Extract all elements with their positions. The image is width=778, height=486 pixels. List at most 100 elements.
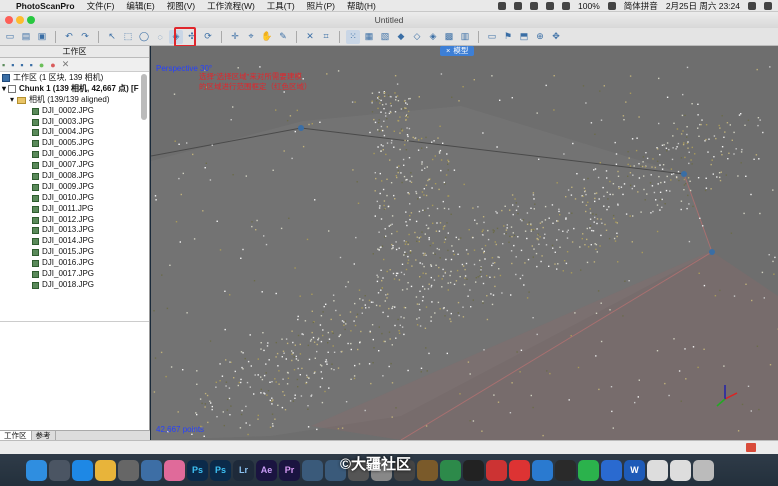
record-icon[interactable]	[546, 1, 555, 10]
remove-icon[interactable]: ✕	[62, 59, 70, 70]
region-handle[interactable]	[681, 171, 687, 177]
rotate-object-icon[interactable]: ⌖	[244, 30, 258, 44]
free-selection-icon[interactable]: ◌	[153, 30, 167, 44]
preview-icon[interactable]	[141, 459, 162, 481]
disable-icon[interactable]: ●	[50, 60, 55, 70]
new-icon[interactable]: ▭	[3, 30, 17, 44]
battery-icon[interactable]	[607, 1, 616, 10]
delete-icon[interactable]: ✕	[303, 30, 317, 44]
menu-photos[interactable]: 照片(P)	[307, 0, 335, 12]
chrome-icon[interactable]	[95, 459, 116, 481]
menu-file[interactable]: 文件(F)	[87, 0, 115, 12]
lightroom-icon[interactable]: Lr	[233, 459, 254, 481]
photo-list-item[interactable]: DJI_0004.JPG	[0, 127, 149, 138]
photo-list-item[interactable]: DJI_0017.JPG	[0, 269, 149, 280]
undo-icon[interactable]: ↶	[62, 30, 76, 44]
tab-model[interactable]: × 模型	[440, 46, 475, 56]
console-icon[interactable]	[746, 443, 756, 452]
notification-icon[interactable]	[764, 1, 772, 10]
rectangle-selection-icon[interactable]: ⬚	[121, 30, 135, 44]
qq-icon[interactable]	[555, 459, 576, 481]
add-folder-icon[interactable]: ▪	[20, 60, 23, 70]
wireframe-icon[interactable]: ◇	[410, 30, 424, 44]
save-icon[interactable]: ▣	[35, 30, 49, 44]
search-icon[interactable]	[748, 1, 756, 10]
word-icon[interactable]: W	[624, 459, 645, 481]
battery-label[interactable]: 100%	[578, 1, 600, 11]
photos-icon[interactable]	[164, 459, 185, 481]
system-preferences-icon[interactable]	[118, 459, 139, 481]
dem-icon[interactable]: ▥	[458, 30, 472, 44]
ime-label[interactable]: 简体拼音	[624, 0, 658, 12]
region-handle[interactable]	[298, 125, 304, 131]
add-chunk-icon[interactable]: ▪	[2, 60, 5, 70]
enable-icon[interactable]: ●	[39, 60, 44, 70]
menu-edit[interactable]: 编辑(E)	[126, 0, 154, 12]
photoshop-2-icon[interactable]: Ps	[210, 459, 231, 481]
show-markers-icon[interactable]: ⚑	[501, 30, 515, 44]
app-icon[interactable]	[302, 459, 323, 481]
add-markers-icon[interactable]: ▪	[30, 60, 33, 70]
photo-list-item[interactable]: DJI_0012.JPG	[0, 215, 149, 226]
navigation-icon[interactable]: ↖	[105, 30, 119, 44]
ruler-icon[interactable]: ✎	[276, 30, 290, 44]
wechat-icon[interactable]	[498, 1, 507, 10]
minimize-window-button[interactable]	[16, 16, 24, 24]
app-icon[interactable]	[601, 459, 622, 481]
zoom-window-button[interactable]	[27, 16, 35, 24]
show-region-icon[interactable]: ⬒	[517, 30, 531, 44]
dense-cloud-icon[interactable]: ▦	[362, 30, 376, 44]
photo-list-item[interactable]: DJI_0003.JPG	[0, 117, 149, 128]
app-icon[interactable]	[417, 459, 438, 481]
tree-scrollbar[interactable]	[141, 74, 147, 120]
circle-selection-icon[interactable]: ◯	[137, 30, 151, 44]
app-icon[interactable]	[647, 459, 668, 481]
menu-workflow[interactable]: 工作流程(W)	[207, 0, 255, 12]
safari-icon[interactable]	[72, 459, 93, 481]
photo-list-item[interactable]: DJI_0013.JPG	[0, 225, 149, 236]
textured-icon[interactable]: ◈	[426, 30, 440, 44]
app-icon[interactable]	[509, 459, 530, 481]
tiled-model-icon[interactable]: ▩	[442, 30, 456, 44]
crop-icon[interactable]: ⌗	[319, 30, 333, 44]
solid-icon[interactable]: ◆	[394, 30, 408, 44]
shaded-icon[interactable]: ▧	[378, 30, 392, 44]
menu-tools[interactable]: 工具(T)	[267, 0, 295, 12]
photoshop-icon[interactable]: Ps	[187, 459, 208, 481]
menu-view[interactable]: 视图(V)	[167, 0, 195, 12]
open-icon[interactable]: ▤	[19, 30, 33, 44]
after-effects-icon[interactable]: Ae	[256, 459, 277, 481]
hand-icon[interactable]: ✋	[260, 30, 274, 44]
app-icon[interactable]	[486, 459, 507, 481]
photo-list-item[interactable]: DJI_0006.JPG	[0, 149, 149, 160]
add-photos-icon[interactable]: ▪	[11, 60, 14, 70]
show-trackball-icon[interactable]: ⊕	[533, 30, 547, 44]
photo-list-item[interactable]: DJI_0014.JPG	[0, 236, 149, 247]
point-cloud-icon[interactable]: ⁙	[346, 29, 360, 44]
photo-list-item[interactable]: DJI_0016.JPG	[0, 258, 149, 269]
tree-cameras[interactable]: ▾ 相机 (139/139 aligned)	[0, 95, 149, 106]
app-icon[interactable]	[440, 459, 461, 481]
photo-list-item[interactable]: DJI_0015.JPG	[0, 247, 149, 258]
show-cameras-icon[interactable]: ▭	[485, 30, 499, 44]
wechat-dock-icon[interactable]	[578, 459, 599, 481]
location-icon[interactable]	[514, 1, 523, 10]
trash-icon[interactable]	[693, 459, 714, 481]
close-tab-icon[interactable]: ×	[446, 46, 450, 56]
move-object-icon[interactable]: ✛	[228, 30, 242, 44]
wifi-icon[interactable]	[562, 1, 571, 10]
redo-icon[interactable]: ↷	[78, 30, 92, 44]
region-handle[interactable]	[709, 249, 715, 255]
tab-workspace[interactable]: 工作区	[0, 431, 32, 440]
photo-list-item[interactable]: DJI_0002.JPG	[0, 106, 149, 117]
photo-list-item[interactable]: DJI_0008.JPG	[0, 171, 149, 182]
photo-list-item[interactable]: DJI_0007.JPG	[0, 160, 149, 171]
photo-list-item[interactable]: DJI_0010.JPG	[0, 193, 149, 204]
rotate-region-icon[interactable]: ⟳	[201, 30, 215, 44]
app-name[interactable]: PhotoScanPro	[16, 1, 75, 11]
model-viewport[interactable]: × 模型 Perspective 30° 选择"选择区域"来对所需要建模的区域进…	[151, 46, 778, 440]
final-cut-icon[interactable]	[463, 459, 484, 481]
timer-icon[interactable]	[530, 1, 539, 10]
tab-reference[interactable]: 参考	[32, 431, 56, 440]
photo-list-item[interactable]: DJI_0009.JPG	[0, 182, 149, 193]
